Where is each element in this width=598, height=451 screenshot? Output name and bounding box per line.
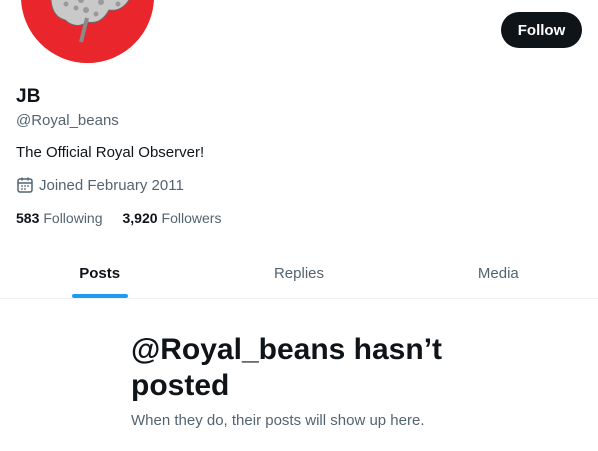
profile-stats: 583 Following 3,920 Followers <box>16 210 241 226</box>
tab-media-label: Media <box>477 264 519 282</box>
followers-count: 3,920 <box>122 210 158 226</box>
profile-display-name: JB <box>16 86 41 107</box>
joined-date: Joined February 2011 <box>16 176 184 194</box>
profile-handle: @Royal_beans <box>16 112 119 129</box>
avatar[interactable] <box>21 0 154 63</box>
following-link[interactable]: 583 Following <box>16 210 103 226</box>
empty-state: @Royal_beans hasn’t posted When they do,… <box>131 332 471 429</box>
profile-bio: The Official Royal Observer! <box>16 144 205 161</box>
active-tab-indicator <box>71 294 128 298</box>
tab-posts[interactable]: Posts <box>0 248 199 298</box>
following-label: Following <box>43 210 103 226</box>
tab-media[interactable]: Media <box>399 248 598 298</box>
followers-label: Followers <box>161 210 222 226</box>
followers-link[interactable]: 3,920 Followers <box>123 210 222 226</box>
calendar-icon <box>16 176 34 194</box>
tab-replies-label: Replies <box>273 264 324 282</box>
profile-tabs: Posts Replies Media <box>0 248 598 299</box>
tab-posts-label: Posts <box>79 264 121 282</box>
empty-state-subtitle: When they do, their posts will show up h… <box>131 412 425 429</box>
joined-label: Joined February 2011 <box>39 176 184 194</box>
avatar-container[interactable] <box>21 0 154 63</box>
tab-replies[interactable]: Replies <box>199 248 398 298</box>
follow-button[interactable]: Follow <box>501 12 582 48</box>
following-count: 583 <box>16 210 40 226</box>
avatar-image <box>21 0 154 63</box>
empty-state-title: @Royal_beans hasn’t posted <box>131 333 443 402</box>
